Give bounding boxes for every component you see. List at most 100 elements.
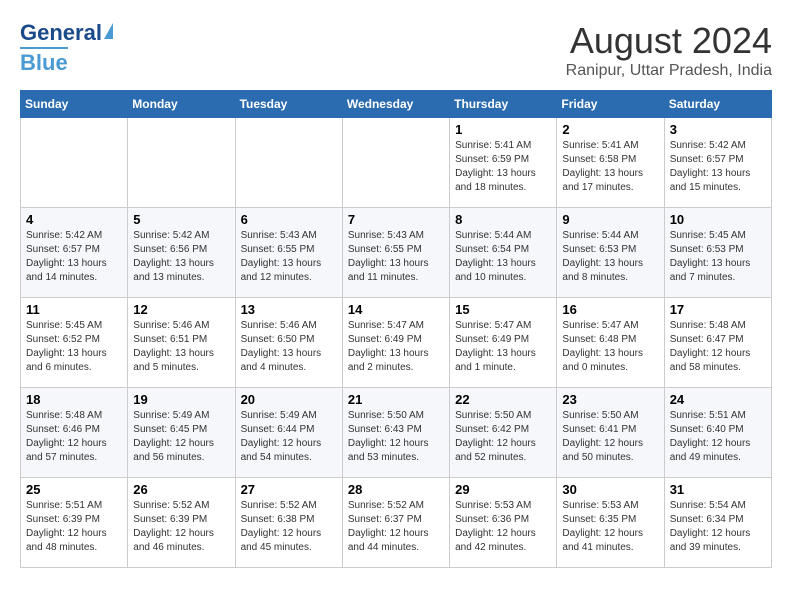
day-info: Sunrise: 5:44 AM Sunset: 6:53 PM Dayligh… [562,229,658,285]
day-number: 23 [562,392,658,407]
day-info: Sunrise: 5:46 AM Sunset: 6:51 PM Dayligh… [133,319,229,375]
logo-general: General [20,20,102,46]
day-number: 4 [26,212,122,227]
calendar-cell: 2 Sunrise: 5:41 AM Sunset: 6:58 PM Daylig… [557,118,664,208]
day-info: Sunrise: 5:44 AM Sunset: 6:54 PM Dayligh… [455,229,551,285]
day-info: Sunrise: 5:53 AM Sunset: 6:36 PM Dayligh… [455,499,551,555]
calendar-cell: 6 Sunrise: 5:43 AM Sunset: 6:55 PM Daylig… [235,208,342,298]
calendar-week-5: 25Sunrise: 5:51 AM Sunset: 6:39 PM Dayli… [21,478,772,568]
day-number: 24 [670,392,766,407]
day-number: 7 [348,212,444,227]
day-number: 2 [562,122,658,137]
weekday-header-thursday: Thursday [450,91,557,118]
day-info: Sunrise: 5:48 AM Sunset: 6:47 PM Dayligh… [670,319,766,375]
calendar-cell: 5 Sunrise: 5:42 AM Sunset: 6:56 PM Daylig… [128,208,235,298]
day-number: 12 [133,302,229,317]
day-number: 1 [455,122,551,137]
calendar-cell: 14 Sunrise: 5:47 AM Sunset: 6:49 PM Dayli… [342,298,449,388]
calendar-cell: 22 Sunrise: 5:50 AM Sunset: 6:42 PM Dayli… [450,388,557,478]
day-info: Sunrise: 5:50 AM Sunset: 6:42 PM Dayligh… [455,409,551,465]
weekday-header-tuesday: Tuesday [235,91,342,118]
day-info: Sunrise: 5:50 AM Sunset: 6:43 PM Dayligh… [348,409,444,465]
day-number: 10 [670,212,766,227]
day-info: Sunrise: 5:51 AM Sunset: 6:40 PM Dayligh… [670,409,766,465]
day-number: 18 [26,392,122,407]
day-number: 11 [26,302,122,317]
day-number: 26 [133,482,229,497]
calendar-cell: 8Sunrise: 5:44 AM Sunset: 6:54 PM Daylig… [450,208,557,298]
month-title: August 2024 [566,20,772,62]
calendar-header-row: SundayMondayTuesdayWednesdayThursdayFrid… [21,91,772,118]
calendar-cell: 16Sunrise: 5:47 AM Sunset: 6:48 PM Dayli… [557,298,664,388]
day-number: 13 [241,302,337,317]
calendar-table: SundayMondayTuesdayWednesdayThursdayFrid… [20,90,772,568]
logo-icon [104,23,113,39]
calendar-cell: 9 Sunrise: 5:44 AM Sunset: 6:53 PM Daylig… [557,208,664,298]
calendar-cell [235,118,342,208]
logo-blue: Blue [20,47,68,76]
day-info: Sunrise: 5:49 AM Sunset: 6:44 PM Dayligh… [241,409,337,465]
day-info: Sunrise: 5:48 AM Sunset: 6:46 PM Dayligh… [26,409,122,465]
day-number: 21 [348,392,444,407]
weekday-header-sunday: Sunday [21,91,128,118]
day-number: 14 [348,302,444,317]
day-number: 25 [26,482,122,497]
day-info: Sunrise: 5:54 AM Sunset: 6:34 PM Dayligh… [670,499,766,555]
calendar-cell: 29Sunrise: 5:53 AM Sunset: 6:36 PM Dayli… [450,478,557,568]
weekday-header-saturday: Saturday [664,91,771,118]
day-info: Sunrise: 5:52 AM Sunset: 6:37 PM Dayligh… [348,499,444,555]
day-info: Sunrise: 5:42 AM Sunset: 6:56 PM Dayligh… [133,229,229,285]
day-info: Sunrise: 5:43 AM Sunset: 6:55 PM Dayligh… [241,229,337,285]
day-number: 3 [670,122,766,137]
day-number: 15 [455,302,551,317]
day-number: 9 [562,212,658,227]
calendar-cell [21,118,128,208]
day-info: Sunrise: 5:46 AM Sunset: 6:50 PM Dayligh… [241,319,337,375]
calendar-cell: 21 Sunrise: 5:50 AM Sunset: 6:43 PM Dayli… [342,388,449,478]
calendar-week-2: 4Sunrise: 5:42 AM Sunset: 6:57 PM Daylig… [21,208,772,298]
weekday-header-wednesday: Wednesday [342,91,449,118]
calendar-cell: 19 Sunrise: 5:49 AM Sunset: 6:45 PM Dayli… [128,388,235,478]
calendar-cell: 7 Sunrise: 5:43 AM Sunset: 6:55 PM Daylig… [342,208,449,298]
day-info: Sunrise: 5:49 AM Sunset: 6:45 PM Dayligh… [133,409,229,465]
calendar-cell: 25Sunrise: 5:51 AM Sunset: 6:39 PM Dayli… [21,478,128,568]
calendar-cell: 3Sunrise: 5:42 AM Sunset: 6:57 PM Daylig… [664,118,771,208]
day-info: Sunrise: 5:53 AM Sunset: 6:35 PM Dayligh… [562,499,658,555]
calendar-cell: 30 Sunrise: 5:53 AM Sunset: 6:35 PM Dayli… [557,478,664,568]
day-number: 27 [241,482,337,497]
calendar-cell: 23 Sunrise: 5:50 AM Sunset: 6:41 PM Dayli… [557,388,664,478]
logo: General Blue [20,20,113,76]
weekday-header-friday: Friday [557,91,664,118]
day-info: Sunrise: 5:43 AM Sunset: 6:55 PM Dayligh… [348,229,444,285]
day-info: Sunrise: 5:52 AM Sunset: 6:38 PM Dayligh… [241,499,337,555]
title-area: August 2024 Ranipur, Uttar Pradesh, Indi… [566,20,772,80]
calendar-cell: 18 Sunrise: 5:48 AM Sunset: 6:46 PM Dayli… [21,388,128,478]
day-number: 16 [562,302,658,317]
day-number: 19 [133,392,229,407]
day-info: Sunrise: 5:52 AM Sunset: 6:39 PM Dayligh… [133,499,229,555]
calendar-cell [128,118,235,208]
day-number: 5 [133,212,229,227]
calendar-cell: 15Sunrise: 5:47 AM Sunset: 6:49 PM Dayli… [450,298,557,388]
calendar-cell: 31 Sunrise: 5:54 AM Sunset: 6:34 PM Dayli… [664,478,771,568]
day-number: 6 [241,212,337,227]
calendar-cell: 12 Sunrise: 5:46 AM Sunset: 6:51 PM Dayli… [128,298,235,388]
calendar-cell [342,118,449,208]
day-number: 28 [348,482,444,497]
day-info: Sunrise: 5:41 AM Sunset: 6:58 PM Dayligh… [562,139,658,195]
calendar-cell: 10Sunrise: 5:45 AM Sunset: 6:53 PM Dayli… [664,208,771,298]
calendar-cell: 27 Sunrise: 5:52 AM Sunset: 6:38 PM Dayli… [235,478,342,568]
day-number: 22 [455,392,551,407]
calendar-cell: 26 Sunrise: 5:52 AM Sunset: 6:39 PM Dayli… [128,478,235,568]
day-info: Sunrise: 5:45 AM Sunset: 6:52 PM Dayligh… [26,319,122,375]
day-number: 30 [562,482,658,497]
day-info: Sunrise: 5:50 AM Sunset: 6:41 PM Dayligh… [562,409,658,465]
calendar-cell: 24 Sunrise: 5:51 AM Sunset: 6:40 PM Dayli… [664,388,771,478]
calendar-cell: 28 Sunrise: 5:52 AM Sunset: 6:37 PM Dayli… [342,478,449,568]
calendar-week-1: 1Sunrise: 5:41 AM Sunset: 6:59 PM Daylig… [21,118,772,208]
day-info: Sunrise: 5:47 AM Sunset: 6:49 PM Dayligh… [348,319,444,375]
location-title: Ranipur, Uttar Pradesh, India [566,62,772,80]
page-header: General Blue August 2024 Ranipur, Uttar … [20,20,772,80]
calendar-cell: 1Sunrise: 5:41 AM Sunset: 6:59 PM Daylig… [450,118,557,208]
day-number: 31 [670,482,766,497]
